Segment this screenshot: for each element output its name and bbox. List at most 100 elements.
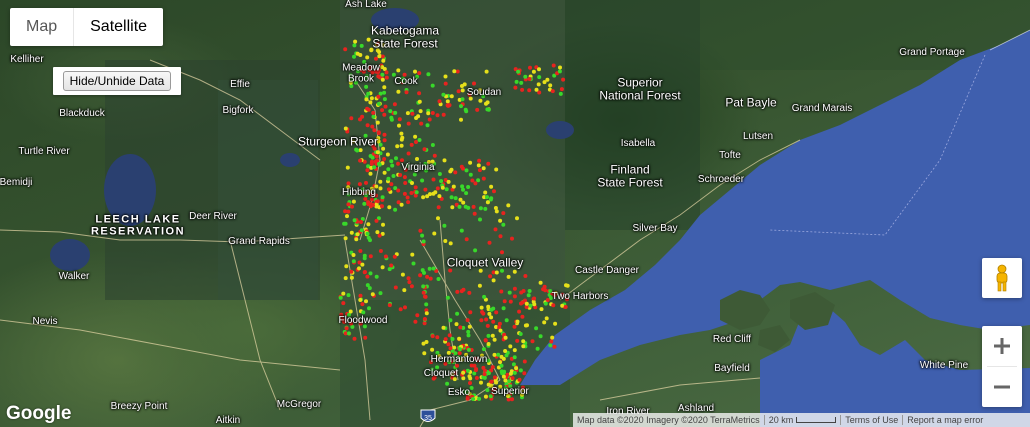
data-point-marker[interactable]	[338, 295, 343, 300]
data-point-marker[interactable]	[437, 194, 442, 199]
data-point-marker[interactable]	[507, 290, 512, 295]
data-point-marker[interactable]	[535, 346, 540, 351]
data-point-marker[interactable]	[481, 176, 486, 181]
data-point-marker[interactable]	[506, 203, 511, 208]
data-point-marker[interactable]	[522, 371, 527, 376]
data-point-marker[interactable]	[430, 334, 435, 339]
data-point-marker[interactable]	[512, 324, 517, 329]
data-point-marker[interactable]	[539, 307, 544, 312]
data-point-marker[interactable]	[430, 83, 435, 88]
data-point-marker[interactable]	[403, 305, 407, 310]
data-point-marker[interactable]	[453, 170, 458, 175]
data-point-marker[interactable]	[507, 379, 512, 384]
data-point-marker[interactable]	[468, 172, 473, 177]
data-point-marker[interactable]	[449, 94, 454, 99]
data-point-marker[interactable]	[389, 263, 394, 268]
data-point-marker[interactable]	[422, 351, 427, 356]
data-point-marker[interactable]	[371, 110, 376, 115]
data-point-marker[interactable]	[362, 256, 367, 261]
data-point-marker[interactable]	[454, 322, 459, 327]
data-point-marker[interactable]	[350, 204, 354, 209]
data-point-marker[interactable]	[445, 381, 450, 386]
data-point-marker[interactable]	[386, 187, 391, 192]
data-point-marker[interactable]	[456, 89, 461, 94]
data-point-marker[interactable]	[484, 317, 489, 322]
data-point-marker[interactable]	[481, 166, 486, 171]
data-point-marker[interactable]	[441, 92, 446, 97]
data-point-marker[interactable]	[445, 295, 450, 300]
data-point-marker[interactable]	[392, 102, 397, 107]
data-point-marker[interactable]	[532, 302, 537, 307]
data-point-marker[interactable]	[531, 69, 536, 74]
data-point-marker[interactable]	[559, 87, 564, 92]
data-point-marker[interactable]	[518, 332, 523, 336]
zoom-out-button[interactable]	[982, 367, 1022, 407]
data-point-marker[interactable]	[426, 72, 431, 77]
data-point-marker[interactable]	[376, 130, 381, 135]
data-point-marker[interactable]	[425, 123, 430, 128]
data-point-marker[interactable]	[421, 239, 426, 244]
data-point-marker[interactable]	[369, 159, 374, 164]
data-point-marker[interactable]	[465, 318, 470, 323]
data-point-marker[interactable]	[402, 288, 407, 293]
data-point-marker[interactable]	[528, 303, 533, 308]
data-point-marker[interactable]	[525, 323, 529, 328]
data-point-marker[interactable]	[504, 353, 509, 358]
data-point-marker[interactable]	[563, 305, 568, 309]
data-point-marker[interactable]	[446, 103, 451, 108]
data-point-marker[interactable]	[420, 268, 425, 273]
data-point-marker[interactable]	[468, 381, 472, 385]
data-point-marker[interactable]	[528, 65, 532, 70]
data-point-marker[interactable]	[418, 109, 423, 114]
data-point-marker[interactable]	[510, 236, 514, 241]
data-point-marker[interactable]	[399, 131, 404, 136]
data-point-marker[interactable]	[494, 167, 499, 172]
data-point-marker[interactable]	[385, 152, 390, 157]
data-point-marker[interactable]	[565, 283, 570, 288]
data-point-marker[interactable]	[420, 178, 425, 183]
data-point-marker[interactable]	[386, 176, 391, 181]
data-point-marker[interactable]	[542, 320, 547, 325]
data-point-marker[interactable]	[359, 220, 363, 224]
data-point-marker[interactable]	[422, 147, 427, 152]
data-point-marker[interactable]	[351, 199, 356, 204]
data-point-marker[interactable]	[368, 100, 373, 105]
data-point-marker[interactable]	[518, 368, 523, 373]
data-point-marker[interactable]	[352, 43, 357, 48]
data-point-marker[interactable]	[396, 161, 401, 166]
data-point-marker[interactable]	[421, 195, 426, 200]
data-point-marker[interactable]	[508, 299, 513, 304]
data-point-marker[interactable]	[466, 347, 471, 352]
data-point-marker[interactable]	[397, 123, 401, 128]
data-point-marker[interactable]	[470, 178, 475, 183]
data-point-marker[interactable]	[413, 134, 418, 139]
data-point-marker[interactable]	[481, 347, 486, 352]
data-point-marker[interactable]	[469, 386, 474, 390]
data-point-marker[interactable]	[485, 388, 490, 393]
data-point-marker[interactable]	[369, 96, 374, 101]
data-point-marker[interactable]	[476, 163, 481, 168]
data-point-marker[interactable]	[406, 121, 411, 126]
data-point-marker[interactable]	[493, 227, 498, 232]
data-point-marker[interactable]	[349, 116, 354, 121]
data-point-marker[interactable]	[460, 88, 465, 93]
data-point-marker[interactable]	[536, 82, 541, 87]
data-point-marker[interactable]	[396, 68, 401, 73]
data-point-marker[interactable]	[407, 280, 412, 285]
data-point-marker[interactable]	[359, 228, 364, 233]
data-point-marker[interactable]	[548, 83, 553, 88]
data-point-marker[interactable]	[427, 266, 432, 271]
data-point-marker[interactable]	[422, 321, 427, 326]
data-point-marker[interactable]	[362, 201, 367, 206]
data-point-marker[interactable]	[467, 324, 472, 329]
data-point-marker[interactable]	[485, 200, 490, 205]
data-point-marker[interactable]	[358, 249, 363, 253]
data-point-marker[interactable]	[435, 335, 440, 340]
data-point-marker[interactable]	[349, 84, 354, 89]
data-point-marker[interactable]	[550, 335, 555, 340]
data-point-marker[interactable]	[496, 352, 501, 357]
data-point-marker[interactable]	[367, 306, 371, 311]
data-point-marker[interactable]	[364, 84, 369, 89]
data-point-marker[interactable]	[398, 307, 403, 312]
data-point-marker[interactable]	[491, 278, 496, 283]
